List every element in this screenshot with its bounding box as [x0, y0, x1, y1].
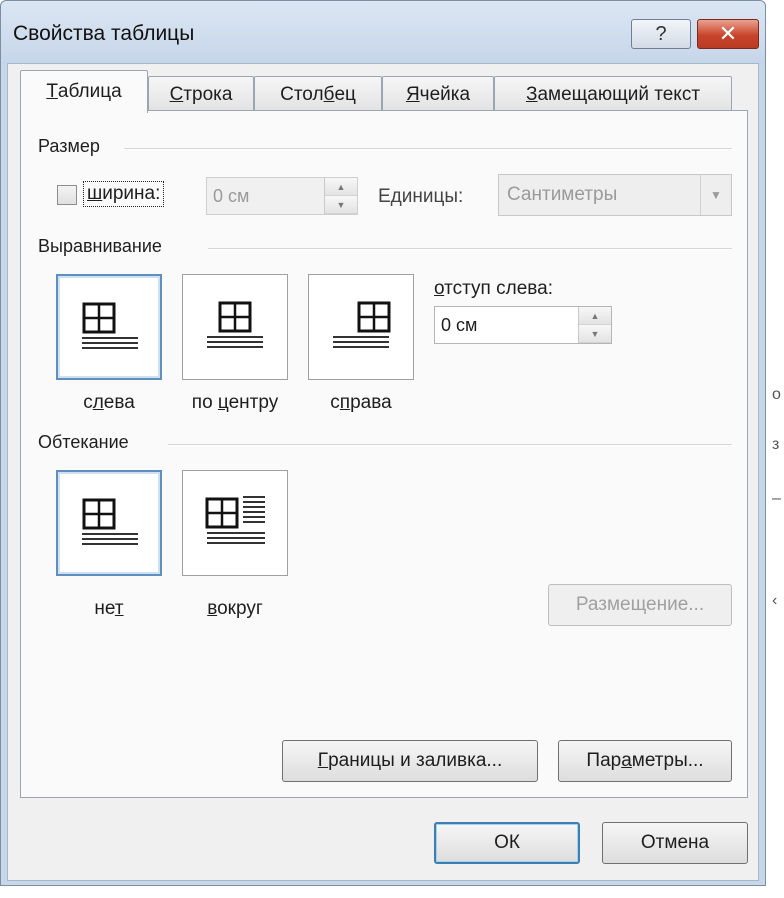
spin-up-icon[interactable]: ▲ [579, 307, 611, 325]
background-text: – [772, 490, 781, 507]
options-button[interactable]: Пар а метры... [558, 740, 732, 782]
spin-up-icon[interactable]: ▲ [325, 178, 357, 196]
width-checkbox[interactable] [57, 185, 77, 205]
wrapping-group-label: Обтекание [38, 432, 129, 452]
alignment-group-label: Выравнивание [38, 236, 162, 256]
spin-down-icon[interactable]: ▼ [325, 196, 357, 214]
cancel-button[interactable]: Отмена [602, 822, 748, 864]
tab-alt-text[interactable]: Замещающий текст [494, 76, 732, 112]
wrap-around-label[interactable]: вокруг [182, 598, 288, 620]
indent-input[interactable]: 0 см ▲ ▼ [434, 306, 612, 344]
wrap-none-label[interactable]: нет [56, 598, 162, 620]
dialog-title: Свойства таблицы [13, 22, 195, 45]
dialog-body: Таблица Строка Стол б ец Ячейка Замещающий… [7, 63, 759, 881]
indent-label: отступ слева: [434, 278, 554, 299]
wrap-around-icon [205, 496, 265, 544]
align-right-icon [333, 301, 391, 348]
help-icon: ? [655, 22, 667, 45]
tab-table[interactable]: Таблица [20, 70, 148, 113]
align-right-option[interactable] [308, 274, 414, 380]
title-bar[interactable]: Свойства таблицы ? ✕ [1, 1, 765, 63]
close-button[interactable]: ✕ [697, 19, 759, 49]
tab-cell[interactable]: Ячейка [382, 76, 494, 112]
background-text: з [772, 436, 780, 453]
size-group-label: Размер [38, 136, 100, 156]
width-spinner[interactable]: ▲ ▼ [324, 178, 357, 214]
tab-row[interactable]: Строка [148, 76, 254, 112]
align-center-option[interactable] [182, 274, 288, 380]
width-checkbox-label[interactable]: ширина: [83, 181, 165, 207]
wrap-none-option[interactable] [56, 470, 162, 576]
indent-spinner[interactable]: ▲ ▼ [578, 307, 611, 343]
units-select[interactable]: Сантиметры ▼ [498, 174, 732, 216]
align-center-label[interactable]: по центру [176, 392, 294, 414]
chevron-down-icon[interactable]: ▼ [700, 175, 731, 215]
wrap-none-icon [82, 498, 138, 545]
ok-button[interactable]: ОК [434, 822, 580, 864]
close-icon: ✕ [718, 21, 738, 46]
wrapping-group-divider [168, 444, 732, 446]
alignment-group-divider [208, 248, 732, 250]
tab-column[interactable]: Стол б ец [254, 76, 382, 112]
spin-down-icon[interactable]: ▼ [579, 325, 611, 343]
align-center-icon [207, 301, 263, 348]
align-left-label[interactable]: слева [56, 392, 162, 414]
help-button[interactable]: ? [631, 19, 691, 49]
borders-shading-button[interactable]: Границы и заливка... [282, 740, 538, 782]
align-left-option[interactable] [56, 274, 162, 380]
placement-button[interactable]: Размещение... [548, 584, 732, 626]
width-input[interactable]: 0 см ▲ ▼ [206, 177, 358, 215]
align-right-label[interactable]: справа [308, 392, 414, 414]
background-text: ‹ [772, 592, 778, 609]
background-text: о [772, 386, 781, 403]
align-left-icon [82, 302, 138, 349]
wrap-around-option[interactable] [182, 470, 288, 576]
size-group-divider [124, 148, 732, 150]
units-label: Единицы: [378, 186, 464, 207]
table-properties-dialog: Свойства таблицы ? ✕ Таблица Строка Стол… [0, 0, 766, 886]
